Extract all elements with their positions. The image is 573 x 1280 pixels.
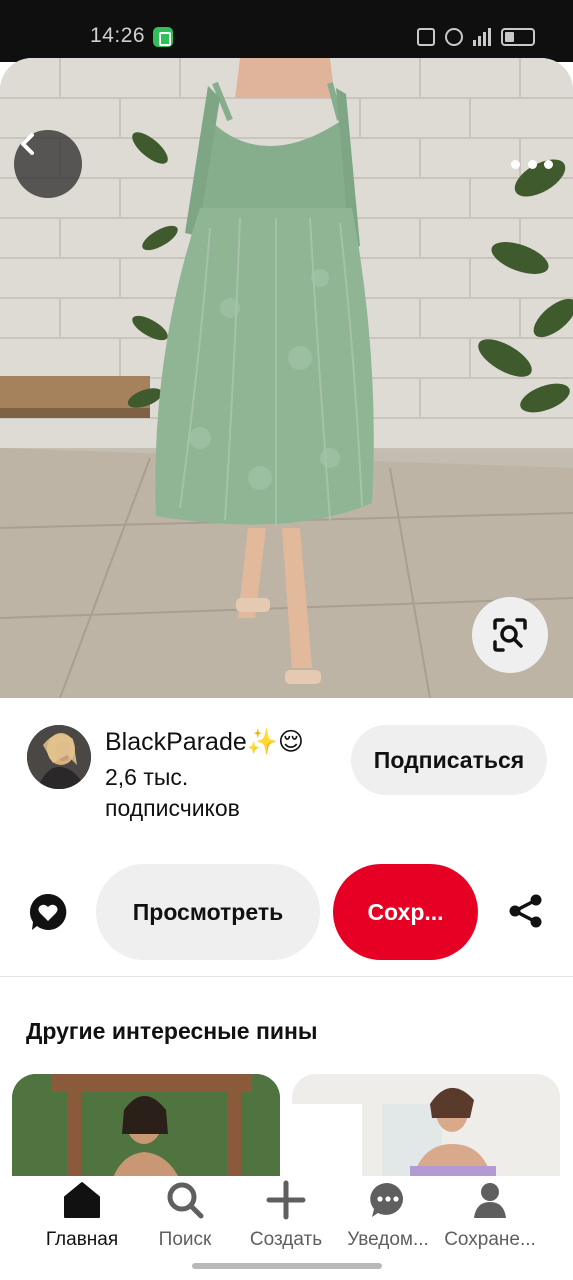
share-icon — [509, 894, 542, 928]
nav-search[interactable]: Поиск — [130, 1180, 240, 1250]
nav-notifications[interactable]: Уведом... — [333, 1180, 443, 1250]
more-dot — [511, 159, 520, 169]
view-button[interactable]: Просмотреть — [96, 864, 320, 960]
home-icon — [64, 1182, 100, 1218]
creator-row: BlackParade✨😌 2,6 тыс. подписчиков Подпи… — [0, 712, 573, 832]
comment-button[interactable] — [28, 892, 68, 932]
follow-button[interactable]: Подписаться — [351, 725, 547, 795]
nav-create-label: Создать — [249, 1229, 323, 1250]
nav-home[interactable]: Главная — [27, 1180, 137, 1250]
related-pin[interactable] — [12, 1074, 280, 1180]
nav-saved[interactable]: Сохране... — [435, 1180, 545, 1250]
chevron-left-icon — [21, 133, 34, 155]
plus-icon — [266, 1180, 306, 1220]
nfc-icon — [417, 28, 435, 46]
nav-create[interactable]: Создать — [231, 1180, 341, 1250]
section-divider — [0, 976, 573, 977]
alarm-icon — [445, 28, 463, 46]
status-icons — [417, 25, 535, 49]
more-options-button[interactable] — [511, 150, 553, 178]
related-pin-image — [12, 1074, 280, 1180]
follower-count-value: 2,6 тыс. — [105, 764, 189, 790]
notifications-icon — [370, 1182, 404, 1217]
nav-home-label: Главная — [45, 1229, 119, 1250]
nav-notifications-label: Уведом... — [347, 1229, 429, 1250]
back-button[interactable] — [14, 130, 82, 198]
pin-actions: Просмотреть Сохр... — [0, 862, 573, 962]
share-button[interactable] — [507, 892, 545, 930]
more-pins-title: Другие интересные пины — [26, 1018, 318, 1044]
dress-photo — [0, 58, 573, 698]
status-time: 14:26 — [90, 24, 146, 47]
signal-icon — [473, 28, 491, 46]
visual-search-button[interactable] — [472, 597, 548, 673]
home-indicator[interactable] — [192, 1263, 382, 1269]
nav-search-label: Поиск — [158, 1229, 212, 1250]
status-bar: 14:26 — [0, 0, 573, 62]
profile-icon — [474, 1183, 506, 1218]
battery-icon — [501, 28, 535, 46]
nav-saved-label: Сохране... — [444, 1229, 536, 1250]
creator-avatar[interactable] — [27, 725, 91, 789]
comment-heart-icon — [29, 893, 67, 930]
follower-count: 2,6 тыс. подписчиков — [105, 762, 335, 824]
app-notification-icon — [153, 27, 173, 47]
pin-image[interactable] — [0, 58, 573, 698]
search-icon — [167, 1182, 204, 1219]
more-dot — [527, 159, 537, 169]
creator-name[interactable]: BlackParade✨😌 — [105, 727, 304, 757]
follower-count-label: подписчиков — [105, 795, 240, 821]
avatar-image — [27, 725, 91, 789]
lens-search-icon — [493, 618, 527, 652]
save-button[interactable]: Сохр... — [333, 864, 478, 960]
related-pin[interactable] — [292, 1074, 560, 1180]
related-pin-image — [292, 1074, 560, 1180]
more-dot — [544, 159, 553, 169]
